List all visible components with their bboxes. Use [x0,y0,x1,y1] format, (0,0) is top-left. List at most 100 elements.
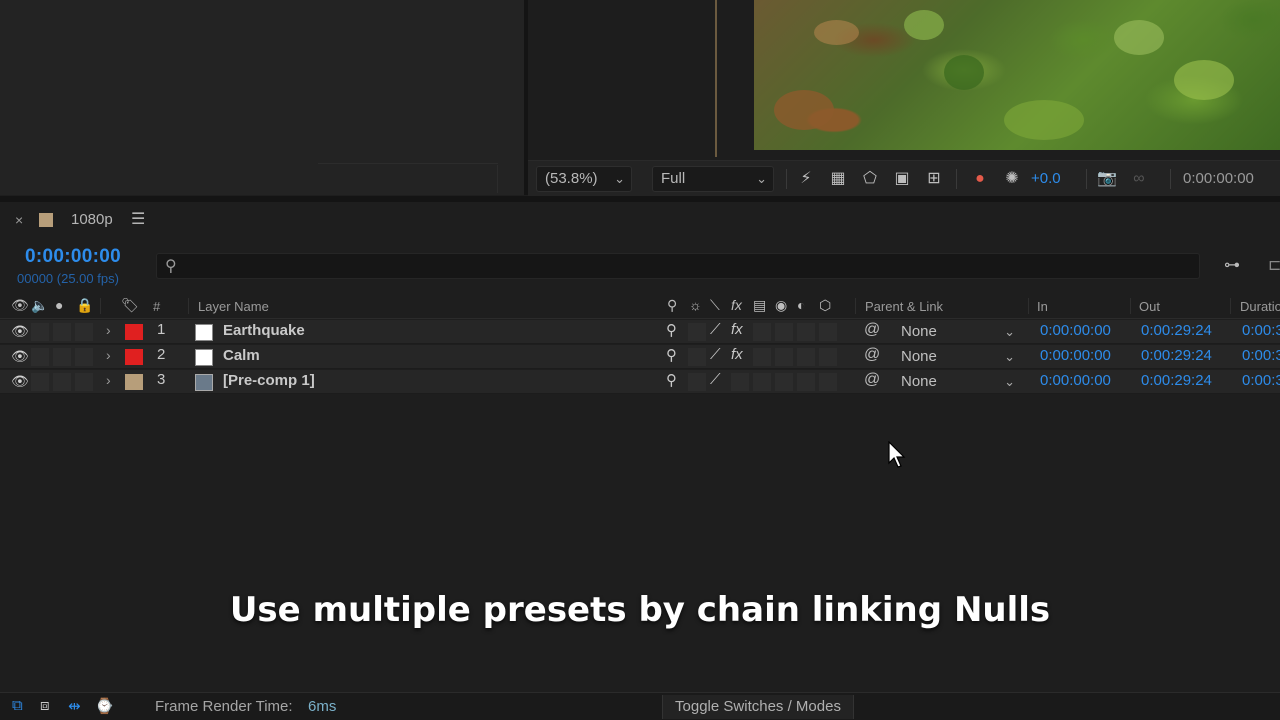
solo-icon[interactable]: ● [55,297,63,313]
resolution-dropdown[interactable]: Full ⌄ [652,166,774,192]
graph-editor-icon[interactable]: ⊶ [1224,255,1240,275]
video-eye-icon[interactable]: 👁 [11,373,29,390]
audio-switch[interactable] [31,323,49,341]
motion-blur-switch[interactable] [775,348,793,366]
transparency-grid-icon[interactable]: ▦ [827,169,849,189]
panel-menu-icon[interactable]: ☰ [131,209,145,229]
out-time[interactable]: 0:00:29:24 [1141,372,1212,389]
shy-icon[interactable]: ⚲ [666,346,677,364]
layer-row[interactable]: 👁 › 3 [Pre-comp 1] ⚲ ⟋ @ None ⌄ 0:00:00:… [0,370,1280,394]
current-time-display[interactable]: 0:00:00:00 [25,246,121,268]
toggle-switches-modes-button[interactable]: Toggle Switches / Modes [662,695,854,719]
layer-switches-icon[interactable]: ⧉ [12,697,23,714]
render-time-icon[interactable]: ⌚ [95,697,114,715]
exposure-value[interactable]: +0.0 [1031,169,1061,189]
duration-time[interactable]: 0:00:3 [1242,372,1280,389]
channel-icon[interactable]: ● [969,169,991,189]
magnification-dropdown[interactable]: (53.8%) ⌄ [536,166,632,192]
in-out-columns-icon[interactable]: ⇹ [68,697,81,715]
duration-time[interactable]: 0:00:3 [1242,322,1280,339]
lock-switch[interactable] [75,323,93,341]
layer-name-header[interactable]: Layer Name [198,299,269,314]
in-time[interactable]: 0:00:00:00 [1040,347,1111,364]
reset-exposure-icon[interactable]: ✺ [1001,169,1023,189]
quality-icon[interactable]: ⟋ [710,346,721,363]
out-header[interactable]: Out [1139,299,1160,314]
solo-switch[interactable] [53,373,71,391]
motion-blur-icon[interactable]: ◉ [775,297,787,314]
video-eye-icon[interactable]: 👁 [11,297,29,314]
shy-icon[interactable]: ⚲ [667,297,677,314]
region-of-interest-icon[interactable]: ▣ [891,169,913,189]
chevron-right-icon[interactable]: › [106,322,111,338]
adjustment-switch[interactable] [797,323,815,341]
adjustment-layer-icon[interactable]: ◐ [797,297,805,313]
motion-blur-switch[interactable] [775,373,793,391]
3d-switch[interactable] [819,373,837,391]
label-color-swatch[interactable] [125,324,143,340]
3d-switch[interactable] [819,348,837,366]
layer-name[interactable]: [Pre-comp 1] [223,372,315,389]
close-icon[interactable]: × [15,212,23,228]
pick-whip-icon[interactable]: @ [864,371,880,389]
chevron-right-icon[interactable]: › [106,372,111,388]
video-eye-icon[interactable]: 👁 [11,348,29,365]
out-time[interactable]: 0:00:29:24 [1141,322,1212,339]
collapse-switch[interactable] [688,348,706,366]
solo-switch[interactable] [53,323,71,341]
comp-name[interactable]: 1080p [71,211,113,228]
lock-switch[interactable] [75,348,93,366]
effects-icon[interactable]: fx [731,346,743,363]
audio-icon[interactable]: 🔈 [31,297,48,314]
in-time[interactable]: 0:00:00:00 [1040,322,1111,339]
parent-dropdown[interactable]: None ⌄ [893,372,1021,392]
shy-icon[interactable]: ⚲ [666,321,677,339]
effects-icon[interactable]: fx [731,297,742,313]
search-icon[interactable]: ⚲ [165,256,177,276]
label-color-swatch[interactable] [125,374,143,390]
collapse-switch[interactable] [688,373,706,391]
layer-row[interactable]: 👁 › 1 Earthquake ⚲ ⟋ fx @ None ⌄ 0:00:00… [0,320,1280,344]
out-time[interactable]: 0:00:29:24 [1141,347,1212,364]
layer-search-input[interactable]: ⚲ [156,253,1200,279]
motion-blur-switch[interactable] [775,323,793,341]
duration-time[interactable]: 0:00:3 [1242,347,1280,364]
adjustment-switch[interactable] [797,348,815,366]
collapse-icon[interactable]: ☼ [689,297,702,313]
collapse-switch[interactable] [688,323,706,341]
comp-flowchart-icon[interactable]: ⊏ [1268,255,1280,275]
layer-name[interactable]: Calm [223,347,260,364]
effects-switch[interactable] [731,373,749,391]
timeline-empty-area[interactable] [0,394,1280,692]
snapshot-icon[interactable]: 📷 [1096,169,1118,189]
parent-dropdown[interactable]: None ⌄ [893,322,1021,342]
duration-header[interactable]: Duratio [1240,299,1280,314]
timeline-tab[interactable]: × 1080p ☰ [0,202,1280,240]
adjustment-switch[interactable] [797,373,815,391]
parent-dropdown[interactable]: None ⌄ [893,347,1021,367]
pick-whip-icon[interactable]: @ [864,321,880,339]
frame-blending-switch[interactable] [753,373,771,391]
video-eye-icon[interactable]: 👁 [11,323,29,340]
shy-icon[interactable]: ⚲ [666,371,677,389]
layer-row[interactable]: 👁 › 2 Calm ⚲ ⟋ fx @ None ⌄ 0:00:00:00 0:… [0,345,1280,369]
chevron-right-icon[interactable]: › [106,347,111,363]
quality-icon[interactable]: ⟋ [710,371,721,388]
transfer-controls-icon[interactable]: ⧈ [40,697,50,714]
audio-switch[interactable] [31,373,49,391]
quality-icon[interactable]: ⟍ [710,297,720,314]
in-header[interactable]: In [1037,299,1048,314]
viewer-current-time[interactable]: 0:00:00:00 [1183,169,1254,189]
quality-icon[interactable]: ⟋ [710,321,721,338]
layer-name[interactable]: Earthquake [223,322,305,339]
label-color-swatch[interactable] [125,349,143,365]
effects-icon[interactable]: fx [731,321,743,338]
fast-preview-icon[interactable]: ⚡ [795,169,817,189]
in-time[interactable]: 0:00:00:00 [1040,372,1111,389]
frame-blending-icon[interactable]: ▤ [753,297,766,314]
parent-link-header[interactable]: Parent & Link [865,299,943,314]
label-tag-icon[interactable]: 🏷 [121,297,139,314]
3d-switch[interactable] [819,323,837,341]
mask-visibility-icon[interactable]: ⬠ [859,169,881,189]
3d-layer-icon[interactable]: ⬡ [819,297,831,314]
